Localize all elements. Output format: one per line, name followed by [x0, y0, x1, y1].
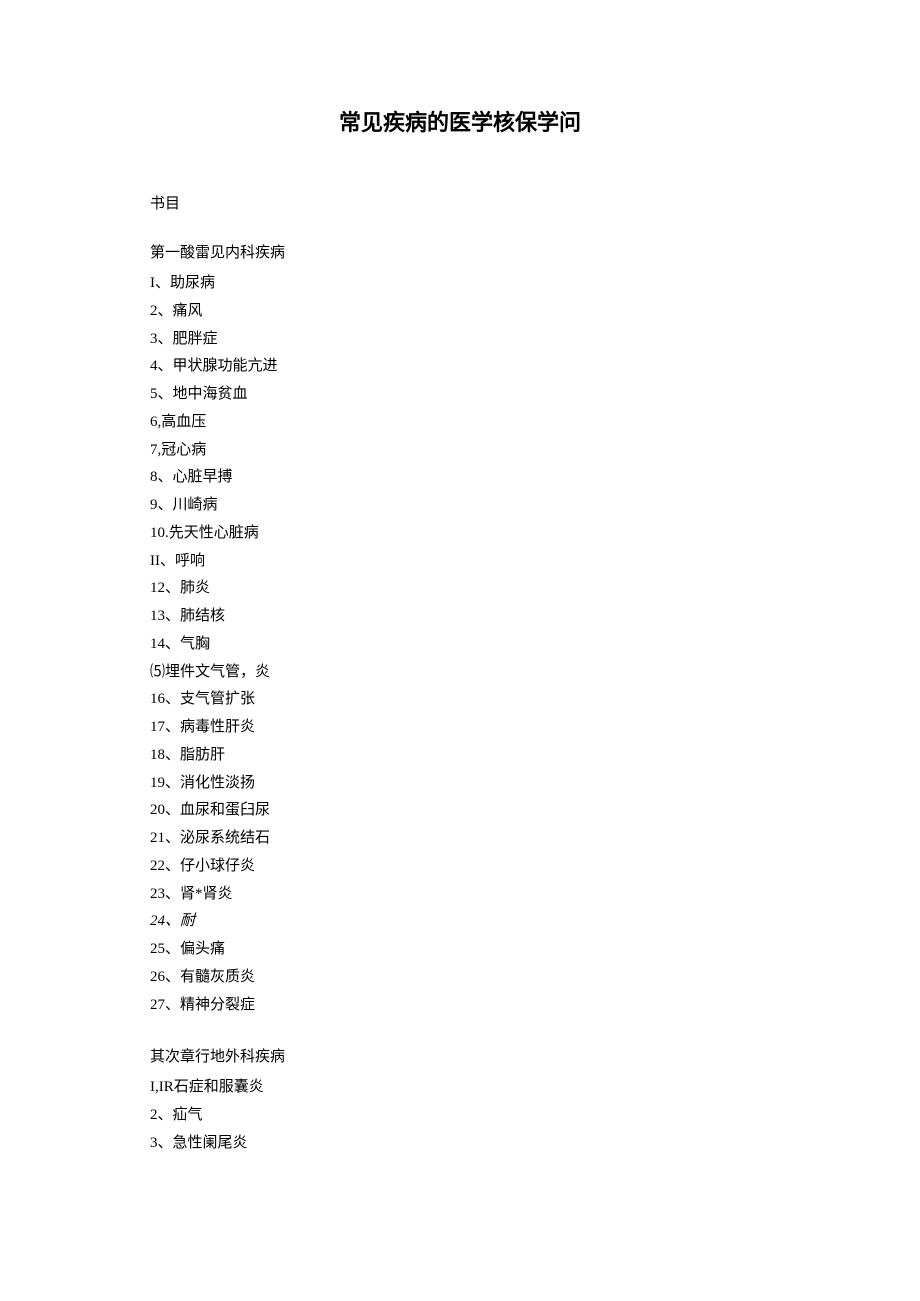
- list-item: 5、地中海贫血: [150, 381, 770, 409]
- chapter-2-heading: 其次章行地外科疾病: [150, 1045, 770, 1066]
- list-item: 3、肥胖症: [150, 326, 770, 354]
- list-item: 25、偏头痛: [150, 936, 770, 964]
- list-item: 13、肺结核: [150, 603, 770, 631]
- list-item: ⑸埋件文气管，炎: [150, 659, 770, 687]
- list-item: 2、痛风: [150, 298, 770, 326]
- list-item: 20、血尿和蛋臼尿: [150, 797, 770, 825]
- list-item: 26、有髓灰质炎: [150, 964, 770, 992]
- list-item: 8、心脏早搏: [150, 464, 770, 492]
- list-item: 19、消化性淡扬: [150, 770, 770, 798]
- list-item: 9、川崎病: [150, 492, 770, 520]
- toc-label: 书目: [150, 192, 770, 213]
- list-item: 10.先天性心脏病: [150, 520, 770, 548]
- list-item: 14、气胸: [150, 631, 770, 659]
- list-item: I、助尿病: [150, 270, 770, 298]
- list-item: 7,冠心病: [150, 437, 770, 465]
- list-item: 27、精神分裂症: [150, 992, 770, 1020]
- list-item: 18、脂肪肝: [150, 742, 770, 770]
- list-item: 23、肾*肾炎: [150, 881, 770, 909]
- list-item: II、呼响: [150, 548, 770, 576]
- list-item: 6,高血压: [150, 409, 770, 437]
- list-item: 16、支气管扩张: [150, 686, 770, 714]
- list-item: I,IR石症和服囊炎: [150, 1074, 770, 1102]
- list-item: 17、病毒性肝炎: [150, 714, 770, 742]
- chapter-1-heading: 第一酸雷见内科疾病: [150, 241, 770, 262]
- list-item: 24、耐: [150, 908, 770, 936]
- chapter-1-list: I、助尿病 2、痛风 3、肥胖症 4、甲状腺功能亢进 5、地中海贫血 6,高血压…: [150, 270, 770, 1019]
- document-title: 常见疾病的医学核保学问: [150, 105, 770, 137]
- list-item: 4、甲状腺功能亢进: [150, 353, 770, 381]
- chapter-2-list: I,IR石症和服囊炎 2、疝气 3、急性阑尾炎: [150, 1074, 770, 1157]
- list-item: 21、泌尿系统结石: [150, 825, 770, 853]
- list-item: 3、急性阑尾炎: [150, 1130, 770, 1158]
- list-item: 12、肺炎: [150, 575, 770, 603]
- list-item: 2、疝气: [150, 1102, 770, 1130]
- list-item: 22、仔小球仔炎: [150, 853, 770, 881]
